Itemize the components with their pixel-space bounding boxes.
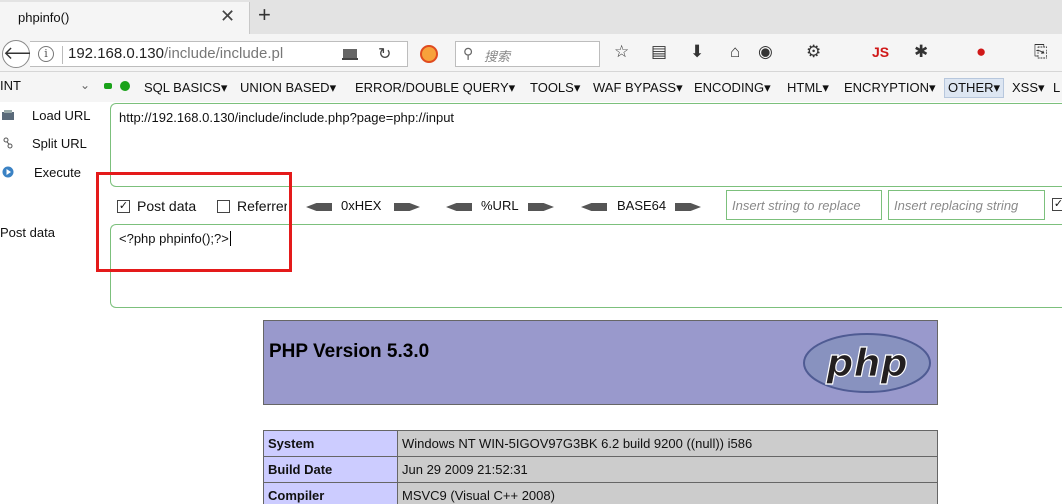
table-row: Build Date Jun 29 2009 21:52:31	[263, 456, 938, 483]
int-select[interactable]: INT ⌄	[0, 78, 98, 98]
nav-bar: 🡐 i 192.168.0.130/include/include.pl ↻ ⚲…	[0, 34, 1062, 72]
menu-xss[interactable]: XSS▾	[1012, 80, 1045, 96]
post-data-label: Post data	[0, 225, 55, 240]
table-row: Compiler MSVC9 (Visual C++ 2008)	[263, 482, 938, 504]
minus-icon[interactable]	[104, 83, 112, 89]
menu-error-double-query[interactable]: ERROR/DOUBLE QUERY▾	[355, 80, 515, 96]
php-logo: php	[803, 333, 931, 393]
globe-icon[interactable]: ◉	[758, 43, 773, 61]
url-bar[interactable]: i 192.168.0.130/include/include.pl ↻	[30, 41, 408, 67]
highlight-box	[96, 172, 292, 272]
replace-string-input[interactable]: Insert string to replace	[726, 190, 882, 220]
tab-strip: phpinfo() ✕ +	[0, 0, 1062, 34]
base64-label: BASE64	[617, 198, 667, 213]
plus-circle-icon[interactable]	[120, 81, 130, 91]
load-url-icon	[2, 110, 14, 120]
php-logo-text: php	[825, 341, 907, 385]
clipboard-icon[interactable]: ▤	[651, 43, 667, 61]
hex-decode-arrow-icon[interactable]	[306, 203, 332, 211]
home-icon[interactable]: ⌂	[730, 43, 740, 61]
chevron-down-icon: ⌄	[80, 78, 91, 92]
url-text[interactable]: 192.168.0.130/include/include.pl	[68, 45, 338, 62]
load-url-label: Load URL	[32, 108, 91, 123]
url-path: /include/include.pl	[163, 45, 284, 62]
search-box[interactable]: ⚲ 搜索	[455, 41, 600, 67]
row-value: Jun 29 2009 21:52:31	[397, 456, 938, 483]
hackbar-toolbar: INT ⌄ SQL BASICS▾ UNION BASED▾ ERROR/DOU…	[0, 72, 1062, 102]
search-icon: ⚲	[463, 45, 474, 61]
bug-icon[interactable]: ✱	[914, 43, 928, 61]
menu-sql-basics[interactable]: SQL BASICS▾	[144, 80, 227, 96]
replacing-string-placeholder: Insert replacing string	[894, 198, 1019, 213]
row-key: Compiler	[263, 482, 398, 504]
back-arrow-icon[interactable]: 🡐	[2, 40, 51, 68]
replacing-string-input[interactable]: Insert replacing string	[888, 190, 1045, 220]
menu-html[interactable]: HTML▾	[787, 80, 829, 96]
tab-phpinfo[interactable]: phpinfo() ✕	[0, 2, 250, 34]
url-encode-label: %URL	[481, 198, 519, 213]
row-value: MSVC9 (Visual C++ 2008)	[397, 482, 938, 504]
menu-waf-bypass[interactable]: WAF BYPASS▾	[593, 80, 683, 96]
split-url-label: Split URL	[32, 136, 87, 151]
php-version-header: PHP Version 5.3.0 php	[263, 320, 938, 405]
url-encode-arrow-icon[interactable]	[528, 203, 554, 211]
close-icon[interactable]: ✕	[220, 7, 235, 25]
base64-encode-arrow-icon[interactable]	[675, 203, 701, 211]
menu-union-based[interactable]: UNION BASED▾	[240, 80, 336, 96]
menu-encoding[interactable]: ENCODING▾	[694, 80, 771, 96]
menu-tools[interactable]: TOOLS▾	[530, 80, 580, 96]
row-value: Windows NT WIN-5IGOV97G3BK 6.2 build 920…	[397, 430, 938, 457]
url-separator	[62, 46, 63, 64]
play-icon	[2, 166, 14, 178]
replace-string-placeholder: Insert string to replace	[732, 198, 861, 213]
menu-l[interactable]: L	[1053, 80, 1060, 95]
tab-title: phpinfo()	[18, 10, 70, 25]
execute-label: Execute	[34, 165, 81, 180]
palette-icon[interactable]: ⚙	[806, 43, 821, 61]
split-url-icon	[3, 137, 13, 149]
menu-encryption[interactable]: ENCRYPTION▾	[844, 80, 936, 96]
url-host: 192.168.0.130	[68, 45, 164, 62]
js-toggle[interactable]: JS	[872, 44, 889, 60]
phpinfo-table: System Windows NT WIN-5IGOV97G3BK 6.2 bu…	[263, 430, 938, 504]
info-icon[interactable]: i	[38, 46, 54, 62]
table-row: System Windows NT WIN-5IGOV97G3BK 6.2 bu…	[263, 430, 938, 457]
row-key: Build Date	[263, 456, 398, 483]
star-icon[interactable]: ☆	[614, 43, 629, 61]
download-icon[interactable]: ⬇	[690, 43, 704, 61]
plus-icon[interactable]: +	[258, 3, 271, 27]
addon-icon[interactable]: ●	[976, 43, 986, 61]
menu-other[interactable]: OTHER▾	[944, 78, 1005, 98]
int-select-value: INT	[0, 78, 21, 93]
row-key: System	[263, 430, 398, 457]
url-decode-arrow-icon[interactable]	[446, 203, 472, 211]
replace-checkbox[interactable]: ✓	[1052, 198, 1062, 211]
hex-label: 0xHEX	[341, 198, 382, 213]
reader-view-icon[interactable]	[342, 46, 358, 62]
php-version-title: PHP Version 5.3.0	[269, 341, 430, 362]
hex-encode-arrow-icon[interactable]	[394, 203, 420, 211]
base64-decode-arrow-icon[interactable]	[581, 203, 607, 211]
search-placeholder: 搜索	[484, 49, 511, 64]
reload-icon[interactable]: ↻	[378, 44, 391, 64]
adblock-icon[interactable]	[420, 45, 438, 63]
url-value: http://192.168.0.130/include/include.php…	[119, 110, 455, 125]
share-icon[interactable]: ⎘	[1034, 43, 1048, 61]
